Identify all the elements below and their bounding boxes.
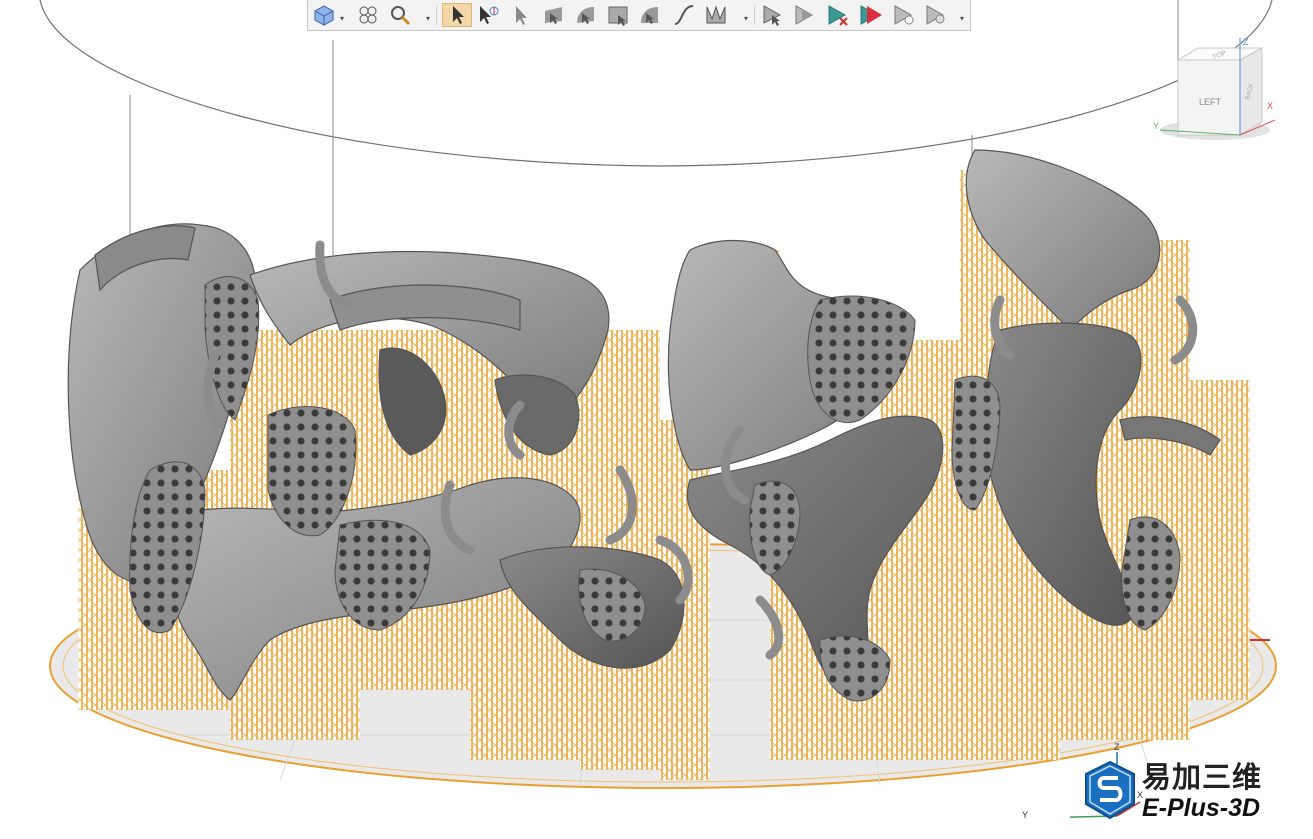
- brand-logo: Z X Y 易加三维 E-Plus-3D: [1022, 742, 1285, 832]
- select-curve-icon[interactable]: [638, 3, 662, 27]
- select-face-icon[interactable]: [542, 3, 566, 27]
- 3d-viewport[interactable]: [0, 0, 1313, 839]
- select-next-icon[interactable]: [792, 3, 816, 27]
- magnifier-tool-icon[interactable]: [388, 3, 412, 27]
- clear-selection-icon[interactable]: [826, 3, 850, 27]
- brand-name-en: E-Plus-3D: [1142, 794, 1261, 822]
- view-cube[interactable]: LEFT TOP BACK X Y Z: [1140, 30, 1280, 150]
- select-dropdown-icon[interactable]: ▾: [744, 15, 748, 23]
- select-plane-icon[interactable]: [606, 3, 630, 27]
- viewcube-z-label: Z: [1243, 37, 1249, 47]
- viewcube-y-label: Y: [1153, 121, 1159, 131]
- select-red-icon[interactable]: [858, 3, 882, 27]
- select-3d-tool-icon[interactable]: [476, 3, 500, 27]
- magnifier-dropdown-icon[interactable]: ▾: [426, 15, 430, 23]
- view-cube-tool-icon[interactable]: [312, 3, 336, 27]
- select-options-dropdown-icon[interactable]: ▾: [960, 15, 964, 23]
- viewcube-x-label: X: [1267, 101, 1273, 111]
- select-edge-icon[interactable]: [672, 3, 696, 27]
- select-tool-icon[interactable]: [442, 3, 472, 27]
- viewcube-left-label[interactable]: LEFT: [1199, 97, 1222, 107]
- triad-z-label: Z: [1114, 742, 1120, 752]
- select-light-icon[interactable]: [924, 3, 948, 27]
- select-point-icon[interactable]: [892, 3, 916, 27]
- selection-toolbar: ▾ ▾ ▾ ▾: [307, 0, 971, 31]
- select-surface-icon[interactable]: [510, 3, 534, 27]
- zoom-fit-tool-icon[interactable]: [356, 3, 380, 27]
- select-triangle-icon[interactable]: [704, 3, 728, 27]
- select-support-icon[interactable]: [760, 3, 784, 27]
- view-cube-dropdown-icon[interactable]: ▾: [340, 15, 344, 23]
- triad-y-label: Y: [1022, 810, 1029, 820]
- brand-name-cn: 易加三维: [1142, 760, 1263, 794]
- select-shell-icon[interactable]: [574, 3, 598, 27]
